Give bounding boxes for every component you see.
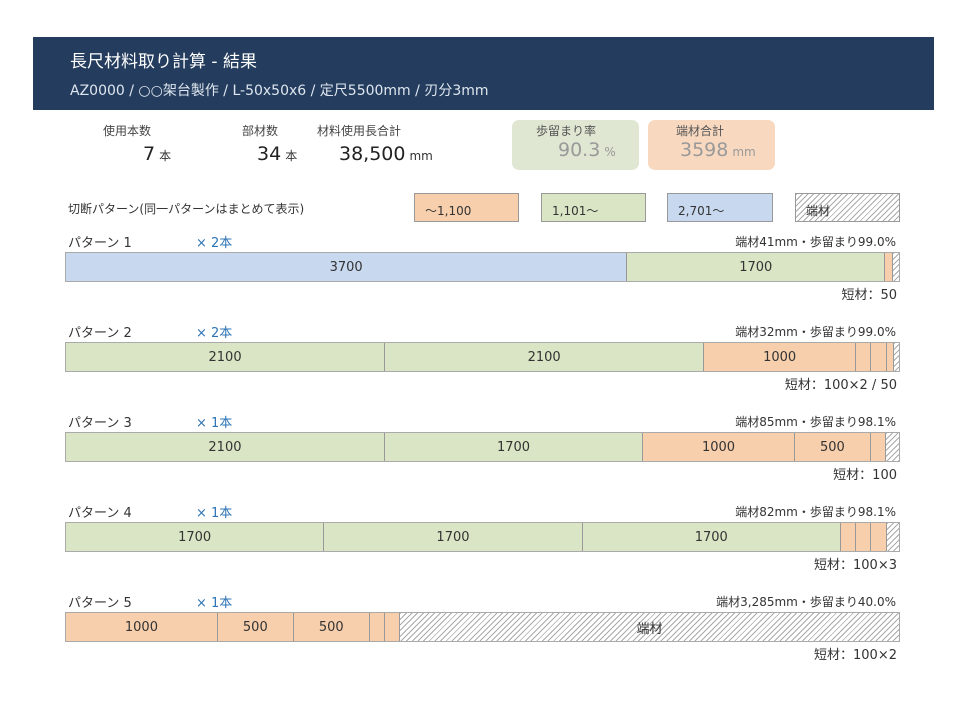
- pattern-short-pieces: 短材：100×2 / 50: [784, 378, 897, 393]
- pattern-bar: 2100 1700 1000 500: [65, 432, 900, 462]
- cut-segment: [856, 523, 872, 551]
- yield-label: 歩留まり率: [536, 124, 597, 138]
- legend-long: 2,701～: [667, 193, 773, 222]
- pattern-short-pieces: 短材：100×3: [814, 558, 897, 573]
- stat-count-label: 使用本数: [103, 124, 152, 138]
- cut-segment: 1700: [66, 523, 325, 551]
- pattern-title: パターン 3: [68, 416, 132, 431]
- offcut-segment: [892, 253, 899, 281]
- cut-segment: 1700: [384, 433, 644, 461]
- stat-parts-unit: 本: [285, 149, 298, 163]
- offcut-total-value: 3598: [680, 139, 729, 161]
- cut-segment: 1700: [324, 523, 583, 551]
- legend-medium: 1,101～: [541, 193, 646, 222]
- cut-segment: 1000: [643, 433, 795, 461]
- cut-segment: [871, 523, 887, 551]
- pattern-title: パターン 5: [68, 596, 132, 611]
- pattern-offcut-yield: 端材85mm・歩留まり98.1%: [735, 415, 896, 429]
- cut-segment: 2100: [66, 433, 385, 461]
- yield-unit: %: [604, 145, 616, 159]
- stat-length-unit: mm: [409, 149, 433, 163]
- stat-parts-value: 34: [257, 143, 282, 165]
- pattern-count: × 1本: [196, 416, 233, 431]
- stat-count: 使用本数 7本: [103, 122, 171, 165]
- offcut-total-label: 端材合計: [676, 124, 725, 138]
- pattern-short-pieces: 短材：100: [833, 468, 897, 483]
- cut-segment: 2100: [66, 343, 386, 371]
- pattern-bar: 2100 2100 1000: [65, 342, 900, 372]
- cut-segment: [870, 433, 887, 461]
- cut-segment: [369, 613, 385, 641]
- stat-length-value: 38,500: [339, 143, 406, 165]
- stat-parts: 部材数 34 本: [242, 122, 297, 165]
- page-subtitle: AZ0000 / ○○架台製作 / L-50x50x6 / 定尺5500mm /…: [70, 83, 489, 99]
- offcut-segment: [894, 343, 899, 371]
- pattern-title: パターン 4: [68, 506, 132, 521]
- cut-segment: [871, 343, 887, 371]
- pattern-short-pieces: 短材：100×2: [814, 648, 897, 663]
- legend-short: ～1,100: [414, 193, 519, 222]
- cut-segment: 1700: [582, 523, 841, 551]
- offcut-total-unit: mm: [732, 145, 756, 159]
- pattern-count: × 2本: [196, 236, 233, 251]
- pattern-bar: 3700 1700: [65, 252, 900, 282]
- legend-title: 切断パターン(同一パターンはまとめて表示): [68, 202, 305, 216]
- legend-offcut-label: 端材: [806, 204, 831, 218]
- offcut-segment: [886, 523, 899, 551]
- pattern-count: × 1本: [196, 596, 233, 611]
- pattern-offcut-yield: 端材82mm・歩留まり98.1%: [735, 505, 896, 519]
- header-banner: 長尺材料取り計算 - 結果 AZ0000 / ○○架台製作 / L-50x50x…: [33, 37, 934, 110]
- cut-segment: 500: [217, 613, 294, 641]
- legend-offcut: 端材: [795, 193, 900, 222]
- cut-segment: [856, 343, 872, 371]
- cut-segment: 1700: [627, 253, 886, 281]
- yield-value: 90.3: [558, 139, 601, 161]
- pattern-short-pieces: 短材：50: [841, 288, 897, 303]
- offcut-segment: [886, 433, 899, 461]
- cut-segment: 500: [794, 433, 871, 461]
- cut-segment: [885, 253, 893, 281]
- stat-parts-label: 部材数: [242, 124, 279, 138]
- pattern-offcut-yield: 端材32mm・歩留まり99.0%: [735, 325, 896, 339]
- cut-segment: 500: [293, 613, 370, 641]
- pattern-title: パターン 1: [68, 236, 132, 251]
- stat-length: 材料使用長合計 38,500 mm: [317, 122, 433, 165]
- cut-segment: 2100: [385, 343, 705, 371]
- yield-box: 歩留まり率 90.3%: [512, 120, 639, 170]
- pattern-offcut-yield: 端材41mm・歩留まり99.0%: [735, 235, 896, 249]
- cut-segment: 1000: [704, 343, 857, 371]
- pattern-offcut-yield: 端材3,285mm・歩留まり40.0%: [716, 595, 896, 609]
- offcut-segment: 端材: [400, 613, 899, 641]
- cut-segment: 1000: [66, 613, 218, 641]
- cut-segment: [886, 343, 895, 371]
- offcut-total-box: 端材合計 3598 mm: [648, 120, 775, 170]
- pattern-title: パターン 2: [68, 326, 132, 341]
- pattern-count: × 1本: [196, 506, 233, 521]
- pattern-bar: 1700 1700 1700: [65, 522, 900, 552]
- pattern-bar: 1000 500 500 端材: [65, 612, 900, 642]
- pattern-count: × 2本: [196, 326, 233, 341]
- stat-length-label: 材料使用長合計: [317, 124, 402, 138]
- stat-count-value: 7: [143, 143, 156, 165]
- page-title: 長尺材料取り計算 - 結果: [70, 52, 257, 72]
- cut-segment: [840, 523, 857, 551]
- cut-segment: [384, 613, 401, 641]
- cut-segment: 3700: [66, 253, 628, 281]
- stat-count-unit: 本: [159, 149, 172, 163]
